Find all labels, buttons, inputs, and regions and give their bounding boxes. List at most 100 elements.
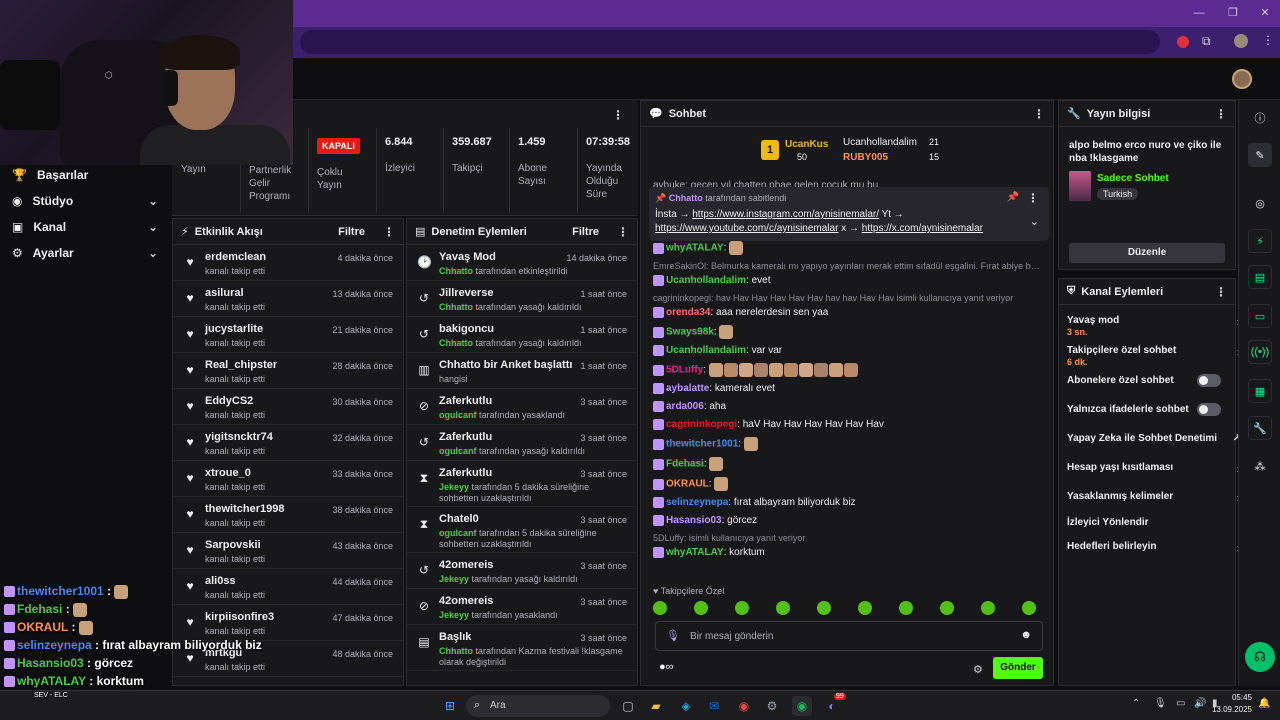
extensions-puzzle-icon[interactable]: ⧉ — [1202, 34, 1211, 49]
clock-time[interactable]: 05:45 — [1212, 693, 1252, 702]
wrench-icon[interactable]: 🔧 — [1248, 416, 1272, 440]
task-view-icon[interactable]: ▢ — [618, 696, 638, 716]
mod-row[interactable]: ⊘ Zaferkutlu ogulcanf tarafından yasakland… — [407, 389, 637, 425]
send-button[interactable]: Gönder — [993, 657, 1043, 679]
profile-avatar[interactable] — [1234, 34, 1248, 48]
activity-row[interactable]: ♥ yigitsncktr74 kanalı takip etti 32 dakika… — [173, 425, 403, 461]
emote-icon[interactable] — [714, 477, 729, 491]
chat-username[interactable]: whyATALAY — [666, 243, 724, 254]
panel-menu-icon[interactable]: ⋮ — [1215, 285, 1227, 299]
taskbar-search[interactable]: ⌕ Ara — [466, 695, 610, 717]
pinned-menu-icon[interactable]: ⋮ — [1027, 191, 1039, 205]
filter-button[interactable]: Filtre — [572, 226, 599, 238]
chat-username[interactable]: aybalatte — [666, 383, 709, 394]
emote-icon[interactable] — [1022, 601, 1036, 615]
apps-icon[interactable]: ⁂ — [1248, 454, 1272, 478]
mod-row[interactable]: ↺ Zaferkutlu ogulcanf tarafından yasağı ka… — [407, 425, 637, 461]
mod-row[interactable]: ▤ Başlık Chhatto tarafından Kazma festival… — [407, 625, 637, 671]
mod-actor[interactable]: Chhatto — [439, 338, 473, 348]
emote-icon[interactable] — [743, 437, 758, 451]
instagram-link[interactable]: https://www.instagram.com/aynisinemalar/ — [692, 209, 879, 220]
chat-leaderboard[interactable]: 1 UcanKus 50 Ucanhollandalim 21 RUBY005 … — [761, 137, 961, 167]
chat-username[interactable]: cagrininkopegi — [666, 419, 737, 430]
network-icon[interactable]: ▭ — [1176, 698, 1185, 709]
emote-icon[interactable] — [940, 601, 954, 615]
support-icon[interactable]: ☊ — [1245, 642, 1275, 672]
mod-actor[interactable]: Jekeyy — [439, 482, 469, 492]
activity-row[interactable]: ♥ erdemclean kanalı takip etti 4 dakika önc… — [173, 245, 403, 281]
steam-icon[interactable]: ⚙ — [762, 696, 782, 716]
maximize-icon[interactable]: ❐ — [1226, 6, 1240, 20]
emote-icon[interactable] — [768, 363, 783, 377]
address-bar[interactable] — [300, 30, 1160, 54]
mod-row[interactable]: ⊘ 42omereis Jekeyy tarafından yasaklandı 3 … — [407, 589, 637, 625]
chat-menu-icon[interactable]: ⋮ — [1033, 107, 1045, 121]
emote-icon[interactable] — [719, 325, 734, 339]
panel-menu-icon[interactable]: ⋮ — [1215, 107, 1227, 121]
document-icon[interactable]: ▤ — [1248, 265, 1272, 289]
chat-settings-icon[interactable]: ⚙ — [973, 663, 983, 676]
chat-username[interactable]: arda006 — [666, 401, 704, 412]
panel-menu-icon[interactable]: ⋮ — [617, 225, 629, 239]
chat-bubble-icon[interactable]: ▭ — [1248, 304, 1272, 328]
x-link[interactable]: https://x.com/aynisinemalar — [862, 223, 983, 234]
close-icon[interactable]: ✕ — [1258, 6, 1272, 20]
mod-row[interactable]: 🕑 Yavaş Mod Chhatto tarafından etkinleştir… — [407, 245, 637, 281]
windows-start-icon[interactable]: ⊞ — [440, 696, 460, 716]
emote-icon[interactable] — [729, 241, 744, 255]
emote-icon[interactable] — [694, 601, 708, 615]
activity-row[interactable]: ♥ asilural kanalı takip etti 13 dakika önce — [173, 281, 403, 317]
mod-actor[interactable]: ogulcanf — [439, 410, 477, 420]
chat-username[interactable]: Ucanhollandalim — [666, 275, 746, 286]
outlook-icon[interactable]: ✉ — [704, 696, 724, 716]
emote-icon[interactable] — [858, 601, 872, 615]
chevron-down-icon[interactable]: ⌄ — [1030, 215, 1039, 228]
clock-date[interactable]: 13.09.2025 — [1202, 705, 1252, 714]
chat-username[interactable]: Fdehasi — [666, 459, 704, 470]
chat-username[interactable]: whyATALAY — [666, 547, 724, 558]
browser-menu-icon[interactable]: ⋮ — [1262, 33, 1274, 47]
mod-row[interactable]: ⧗ Zaferkutlu Jekeyy tarafından 5 dakika sü… — [407, 461, 637, 507]
store-icon[interactable]: ◈ — [676, 696, 696, 716]
channel-action-item[interactable]: Yavaş mod3 sn.› — [1067, 315, 1241, 337]
mod-actor[interactable]: ogulcanf — [439, 528, 477, 538]
edit-button[interactable]: Düzenle — [1069, 243, 1225, 263]
mod-row[interactable]: ▥ Chhatto bir Anket başlattı hangisi 1 saat… — [407, 353, 637, 389]
activity-row[interactable]: ♥ Real_chipster kanalı takip etti 28 dakika… — [173, 353, 403, 389]
emote-icon[interactable] — [753, 363, 768, 377]
emote-icon[interactable] — [783, 363, 798, 377]
emote-icon[interactable] — [798, 363, 813, 377]
multistream-block[interactable]: KAPALI Çoklu Yayın — [308, 128, 376, 213]
mod-row[interactable]: ⧗ Chatel0 ogulcanf tarafından 5 dakika sür… — [407, 507, 637, 553]
channel-action-item[interactable]: Hedefleri belirleyin› — [1067, 541, 1241, 555]
mod-actor[interactable]: Jekeyy — [439, 574, 469, 584]
chevron-up-icon[interactable]: ⌃ — [1132, 698, 1140, 709]
minimize-icon[interactable]: — — [1192, 6, 1206, 20]
emote-icon[interactable] — [813, 363, 828, 377]
extension-icon[interactable] — [1177, 36, 1189, 48]
chat-username[interactable]: 5DLuffy — [666, 365, 703, 376]
channel-action-item[interactable]: Hesap yaşı kısıtlaması› — [1067, 462, 1241, 476]
emote-icon[interactable] — [738, 363, 753, 377]
mod-actor[interactable]: Chhatto — [439, 302, 473, 312]
nav-item-achievements[interactable]: 🏆 Başarılar — [12, 165, 162, 185]
chat-username[interactable]: Ucanhollandalim — [666, 345, 746, 356]
activity-row[interactable]: ♥ thewitcher1998 kanalı takip etti 38 dakik… — [173, 497, 403, 533]
chat-input[interactable]: Bir mesaj gönderin — [690, 631, 773, 642]
chat-username[interactable]: Hasansio03 — [666, 515, 722, 526]
chat-username[interactable]: Sways98k — [666, 327, 714, 338]
spotify-icon[interactable]: ◉ — [792, 696, 812, 716]
stats-menu-icon[interactable]: ⋮ — [612, 108, 624, 122]
mod-row[interactable]: ↺ Jillreverse Chhatto tarafından yasağı ka… — [407, 281, 637, 317]
mod-actor[interactable]: Chhatto — [439, 646, 473, 656]
mod-actor[interactable]: Jekeyy — [439, 610, 469, 620]
activity-row[interactable]: ♥ xtroue_0 kanalı takip etti 33 dakika önce — [173, 461, 403, 497]
emote-icon[interactable] — [981, 601, 995, 615]
emote-icon[interactable] — [723, 363, 738, 377]
mod-actor[interactable]: Chhatto — [439, 266, 473, 276]
chat-username[interactable]: OKRAUL — [666, 479, 709, 490]
chat-input-box[interactable]: 🎙 Bir mesaj gönderin ☻ — [655, 621, 1043, 651]
activity-row[interactable]: ♥ Sarpovskii kanalı takip etti 43 dakika ön… — [173, 533, 403, 569]
nav-item-studio[interactable]: ◉ Stüdyo ⌄ — [12, 191, 162, 211]
pin-icon[interactable]: 📌 — [1007, 192, 1019, 203]
